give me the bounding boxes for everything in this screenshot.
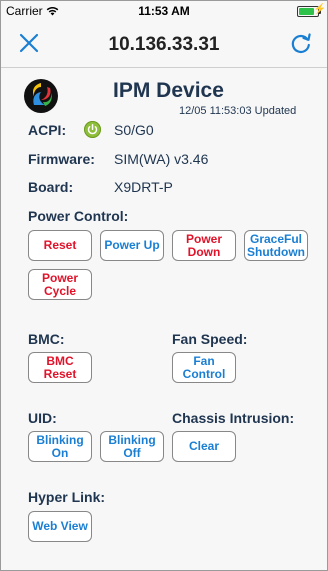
- firmware-value: SIM(WA) v3.46: [114, 151, 209, 167]
- bmc-reset-button[interactable]: BMC Reset: [28, 352, 92, 383]
- fan-control-button[interactable]: Fan Control: [172, 352, 236, 383]
- power-cycle-button[interactable]: Power Cycle: [28, 269, 92, 300]
- device-title: IPM Device: [113, 79, 224, 102]
- web-view-button[interactable]: Web View: [28, 511, 92, 542]
- app-screen: Carrier 11:53 AM ⚡ 10.136.33.31 IPM Devi…: [0, 0, 328, 571]
- close-icon[interactable]: [15, 29, 43, 57]
- power-down-button[interactable]: Power Down: [172, 230, 236, 261]
- chassis-intrusion-label: Chassis Intrusion:: [172, 410, 295, 426]
- acpi-label: ACPI:: [28, 122, 67, 138]
- blinking-off-button[interactable]: Blinking Off: [100, 431, 164, 462]
- power-control-label: Power Control:: [28, 208, 129, 224]
- firmware-label: Firmware:: [28, 151, 95, 167]
- clear-button[interactable]: Clear: [172, 431, 236, 462]
- power-up-button[interactable]: Power Up: [100, 230, 164, 261]
- refresh-icon[interactable]: [287, 29, 315, 57]
- navigation-bar: 10.136.33.31: [1, 21, 327, 68]
- device-logo: [24, 79, 58, 113]
- status-bar: Carrier 11:53 AM ⚡: [1, 1, 327, 21]
- hyper-link-label: Hyper Link:: [28, 489, 106, 505]
- status-time: 11:53 AM: [138, 4, 190, 18]
- power-status-icon: [84, 121, 101, 138]
- fan-speed-label: Fan Speed:: [172, 331, 248, 347]
- updated-timestamp: 12/05 11:53:03 Updated: [179, 105, 297, 117]
- bmc-label: BMC:: [28, 331, 65, 347]
- charging-icon: ⚡: [313, 4, 326, 15]
- board-value: X9DRT-P: [114, 179, 173, 195]
- graceful-shutdown-button[interactable]: GraceFul Shutdown: [244, 230, 308, 261]
- reset-button[interactable]: Reset: [28, 230, 92, 261]
- blinking-on-button[interactable]: Blinking On: [28, 431, 92, 462]
- uid-label: UID:: [28, 410, 57, 426]
- acpi-value: S0/G0: [114, 122, 154, 138]
- board-label: Board:: [28, 179, 74, 195]
- device-details: IPM Device 12/05 11:53:03 Updated ACPI: …: [1, 68, 327, 570]
- page-title: 10.136.33.31: [108, 34, 220, 55]
